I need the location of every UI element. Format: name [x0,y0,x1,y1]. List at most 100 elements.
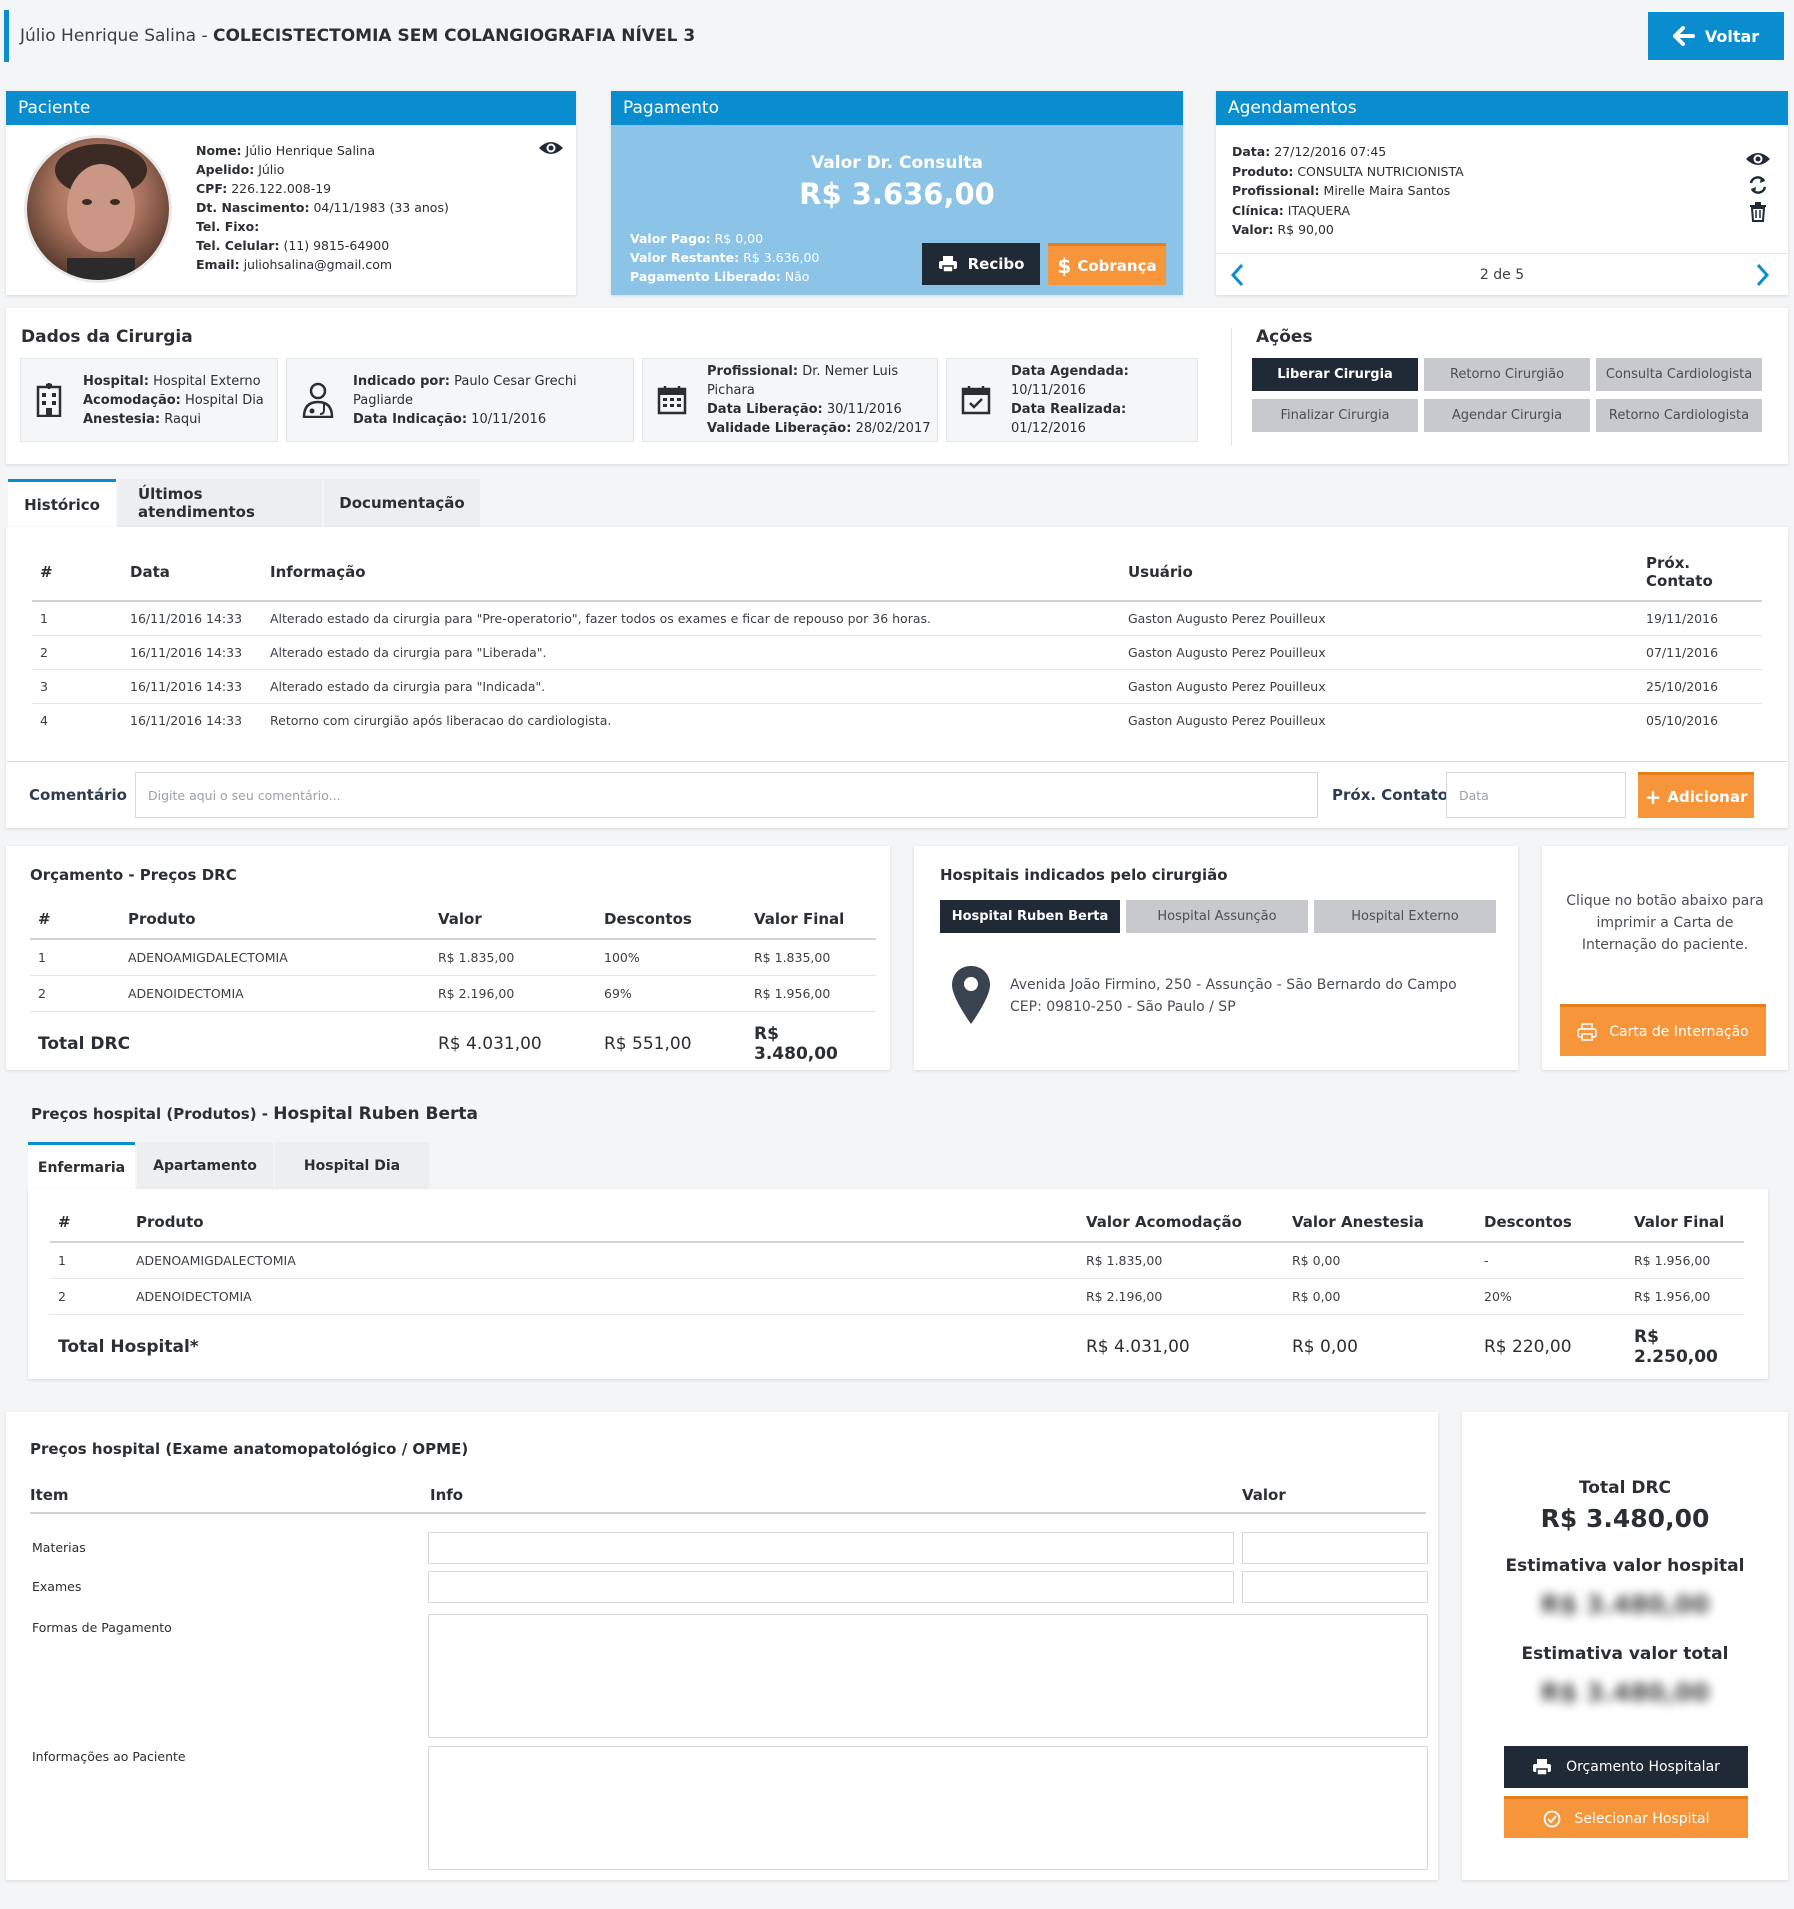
payment-panel: Pagamento Valor Dr. Consulta R$ 3.636,00… [611,91,1183,295]
hospital-address-line2: CEP: 09810-250 - São Paulo / SP [1010,999,1236,1015]
history-table: # Data Informação Usuário Próx. Contato … [32,544,1762,737]
schedule-panel-title: Agendamentos [1216,91,1788,125]
paid-row: Valor Pago: R$ 0,00 [630,231,764,246]
charge-button[interactable]: $ Cobrança [1048,243,1166,285]
tab-documentacao[interactable]: Documentação [324,479,480,527]
history-body: 1 16/11/2016 14:33 Alterado estado da ciru… [32,601,1762,737]
remaining-row: Valor Restante: R$ 3.636,00 [630,250,820,265]
hospital-budget-button[interactable]: Orçamento Hospitalar [1504,1746,1748,1788]
next-contact-date-input[interactable]: Data [1446,772,1626,818]
hospital-externo-button[interactable]: Hospital Externo [1314,900,1496,933]
doctor-icon [301,382,335,418]
hospital-prices-table: # Produto Valor Acomodação Valor Anestes… [50,1203,1744,1377]
hospital-address: Avenida João Firmino, 250 - Assunção - S… [1010,974,1457,1018]
schedule-date-row: Data: 27/12/2016 07:45 [1232,144,1387,159]
hospital-prices-table-wrap: # Produto Valor Acomodação Valor Anestes… [50,1203,1744,1377]
patient-email-row: Email: juliohsalina@gmail.com [196,257,393,272]
header-accent-bar [4,10,9,62]
estimate-total-label: Estimativa valor total [1521,1644,1729,1664]
patient-info-label: Informações ao Paciente [32,1749,186,1764]
hospital-prices-title: Preços hospital (Produtos) - Hospital Ru… [31,1104,479,1124]
materials-value-input[interactable] [1242,1532,1428,1564]
calendar-icon [657,385,687,415]
payment-lines: Valor Pago: R$ 0,00 Valor Restante: R$ 3… [630,229,819,286]
refresh-icon[interactable] [1748,175,1768,195]
consult-value: R$ 3.636,00 [799,177,995,211]
surgery-release-box: Profissional: Dr. Nemer Luis Pichara Dat… [642,358,938,442]
surgery-dates-box: Data Agendada: 10/11/2016 Data Realizada… [946,358,1198,442]
history-row: 4 16/11/2016 14:33 Retorno com cirurgião a… [40,713,1719,728]
map-pin-icon [950,964,992,1026]
tab-ultimos-atendimentos[interactable]: Últimos atendimentos [118,479,322,527]
hospital-ruben-berta-button[interactable]: Hospital Ruben Berta [940,900,1120,933]
chevron-right-icon[interactable] [1754,263,1770,287]
table-row: 2 ADENOIDECTOMIA R$ 2.196,00 69% R$ 1.95… [30,975,876,1012]
hospital-icon [35,383,63,417]
schedule-info: Data: 27/12/2016 07:45 Produto: CONSULTA… [1232,142,1464,240]
patient-birth-row: Dt. Nascimento: 04/11/1983 (33 anos) [196,200,449,215]
release-surgery-button[interactable]: Liberar Cirurgia [1252,358,1418,391]
page-header: Júlio Henrique Salina - COLECISTECTOMIA … [4,10,1790,62]
comment-label: Comentário [29,786,127,804]
surgeon-return-button[interactable]: Retorno Cirurgião [1424,358,1590,391]
tab-enfermaria[interactable]: Enfermaria [28,1142,135,1190]
admission-letter-button[interactable]: Carta de Internação [1560,1004,1766,1056]
payment-methods-textarea[interactable] [428,1614,1428,1738]
opme-header: Item Info Valor [30,1486,1426,1514]
add-comment-button[interactable]: + Adicionar [1638,772,1754,818]
patient-panel-title: Paciente [6,91,576,125]
hospital-total-row: Total Hospital* R$ 4.031,00 R$ 0,00 R$ 2… [58,1327,1718,1367]
finish-surgery-button[interactable]: Finalizar Cirurgia [1252,399,1418,432]
history-row: 2 16/11/2016 14:33 Alterado estado da ciru… [32,635,1762,670]
eye-icon[interactable] [538,139,564,157]
patient-nickname-row: Apelido: Júlio [196,162,285,177]
dollar-icon: $ [1057,253,1072,278]
tab-apartamento[interactable]: Apartamento [137,1142,273,1190]
materials-info-input[interactable] [428,1532,1234,1564]
hospital-assuncao-button[interactable]: Hospital Assunção [1126,900,1308,933]
exams-value-input[interactable] [1242,1571,1428,1603]
schedule-divider [1216,253,1788,254]
surgery-hospital-info: Hospital: Hospital Externo Acomodação: H… [83,373,264,427]
budget-title: Orçamento - Preços DRC [30,866,237,884]
select-hospital-button[interactable]: Selecionar Hospital [1504,1796,1748,1838]
patient-name-row: Nome: Júlio Henrique Salina [196,143,375,158]
patient-phone-row: Tel. Fixo: [196,219,260,234]
history-row: 3 16/11/2016 14:33 Alterado estado da ciru… [32,669,1762,704]
estimate-hospital-label: Estimativa valor hospital [1505,1556,1745,1576]
exams-info-input[interactable] [428,1571,1234,1603]
patient-info-textarea[interactable] [428,1746,1428,1870]
patient-info: Nome: Júlio Henrique Salina Apelido: Júl… [196,141,449,274]
check-circle-icon [1543,1810,1561,1828]
exams-label: Exames [32,1579,82,1594]
schedule-panel: Agendamentos Data: 27/12/2016 07:45 Prod… [1216,91,1788,295]
released-row: Pagamento Liberado: Não [630,269,810,284]
opme-panel: Preços hospital (Exame anatomopatológico… [6,1412,1438,1880]
surgery-hospital-box: Hospital: Hospital Externo Acomodação: H… [20,358,278,442]
surgery-release-info: Profissional: Dr. Nemer Luis Pichara Dat… [707,364,931,436]
comment-input[interactable]: Digite aqui o seu comentário... [135,772,1318,818]
budget-total-row: Total DRC R$ 4.031,00 R$ 551,00 R$ 3.480… [38,1024,838,1064]
back-button[interactable]: Voltar [1648,12,1784,60]
tab-hospital-dia[interactable]: Hospital Dia [275,1142,429,1190]
schedule-surgery-button[interactable]: Agendar Cirurgia [1424,399,1590,432]
hospitals-panel: Hospitais indicados pelo cirurgião Hospi… [914,846,1518,1070]
history-row: 1 16/11/2016 14:33 Alterado estado da ciru… [32,601,1762,636]
avatar-face [55,144,147,280]
receipt-button[interactable]: Recibo [922,243,1040,285]
hospital-address-line1: Avenida João Firmino, 250 - Assunção - S… [1010,977,1457,993]
surgery-panel: Dados da Cirurgia Hospital: Hospital Ext… [6,308,1788,464]
main-tabs: Histórico Últimos atendimentos Documenta… [8,479,482,527]
estimate-total-value: R$ 3.480,00 [1540,1678,1710,1707]
materials-label: Materias [32,1540,86,1555]
opme-title: Preços hospital (Exame anatomopatológico… [30,1440,469,1458]
tab-historico[interactable]: Histórico [8,479,116,527]
surgery-dates-info: Data Agendada: 10/11/2016 Data Realizada… [1011,364,1129,436]
table-row: 2 ADENOIDECTOMIA R$ 2.196,00 R$ 0,00 20%… [50,1278,1744,1315]
trash-icon[interactable] [1749,202,1767,222]
eye-icon[interactable] [1745,150,1771,168]
cardiology-consult-button[interactable]: Consulta Cardiologista [1596,358,1762,391]
schedule-value-row: Valor: R$ 90,00 [1232,222,1334,237]
cardiology-return-button[interactable]: Retorno Cardiologista [1596,399,1762,432]
budget-panel: Orçamento - Preços DRC # Produto Valor D… [6,846,890,1070]
